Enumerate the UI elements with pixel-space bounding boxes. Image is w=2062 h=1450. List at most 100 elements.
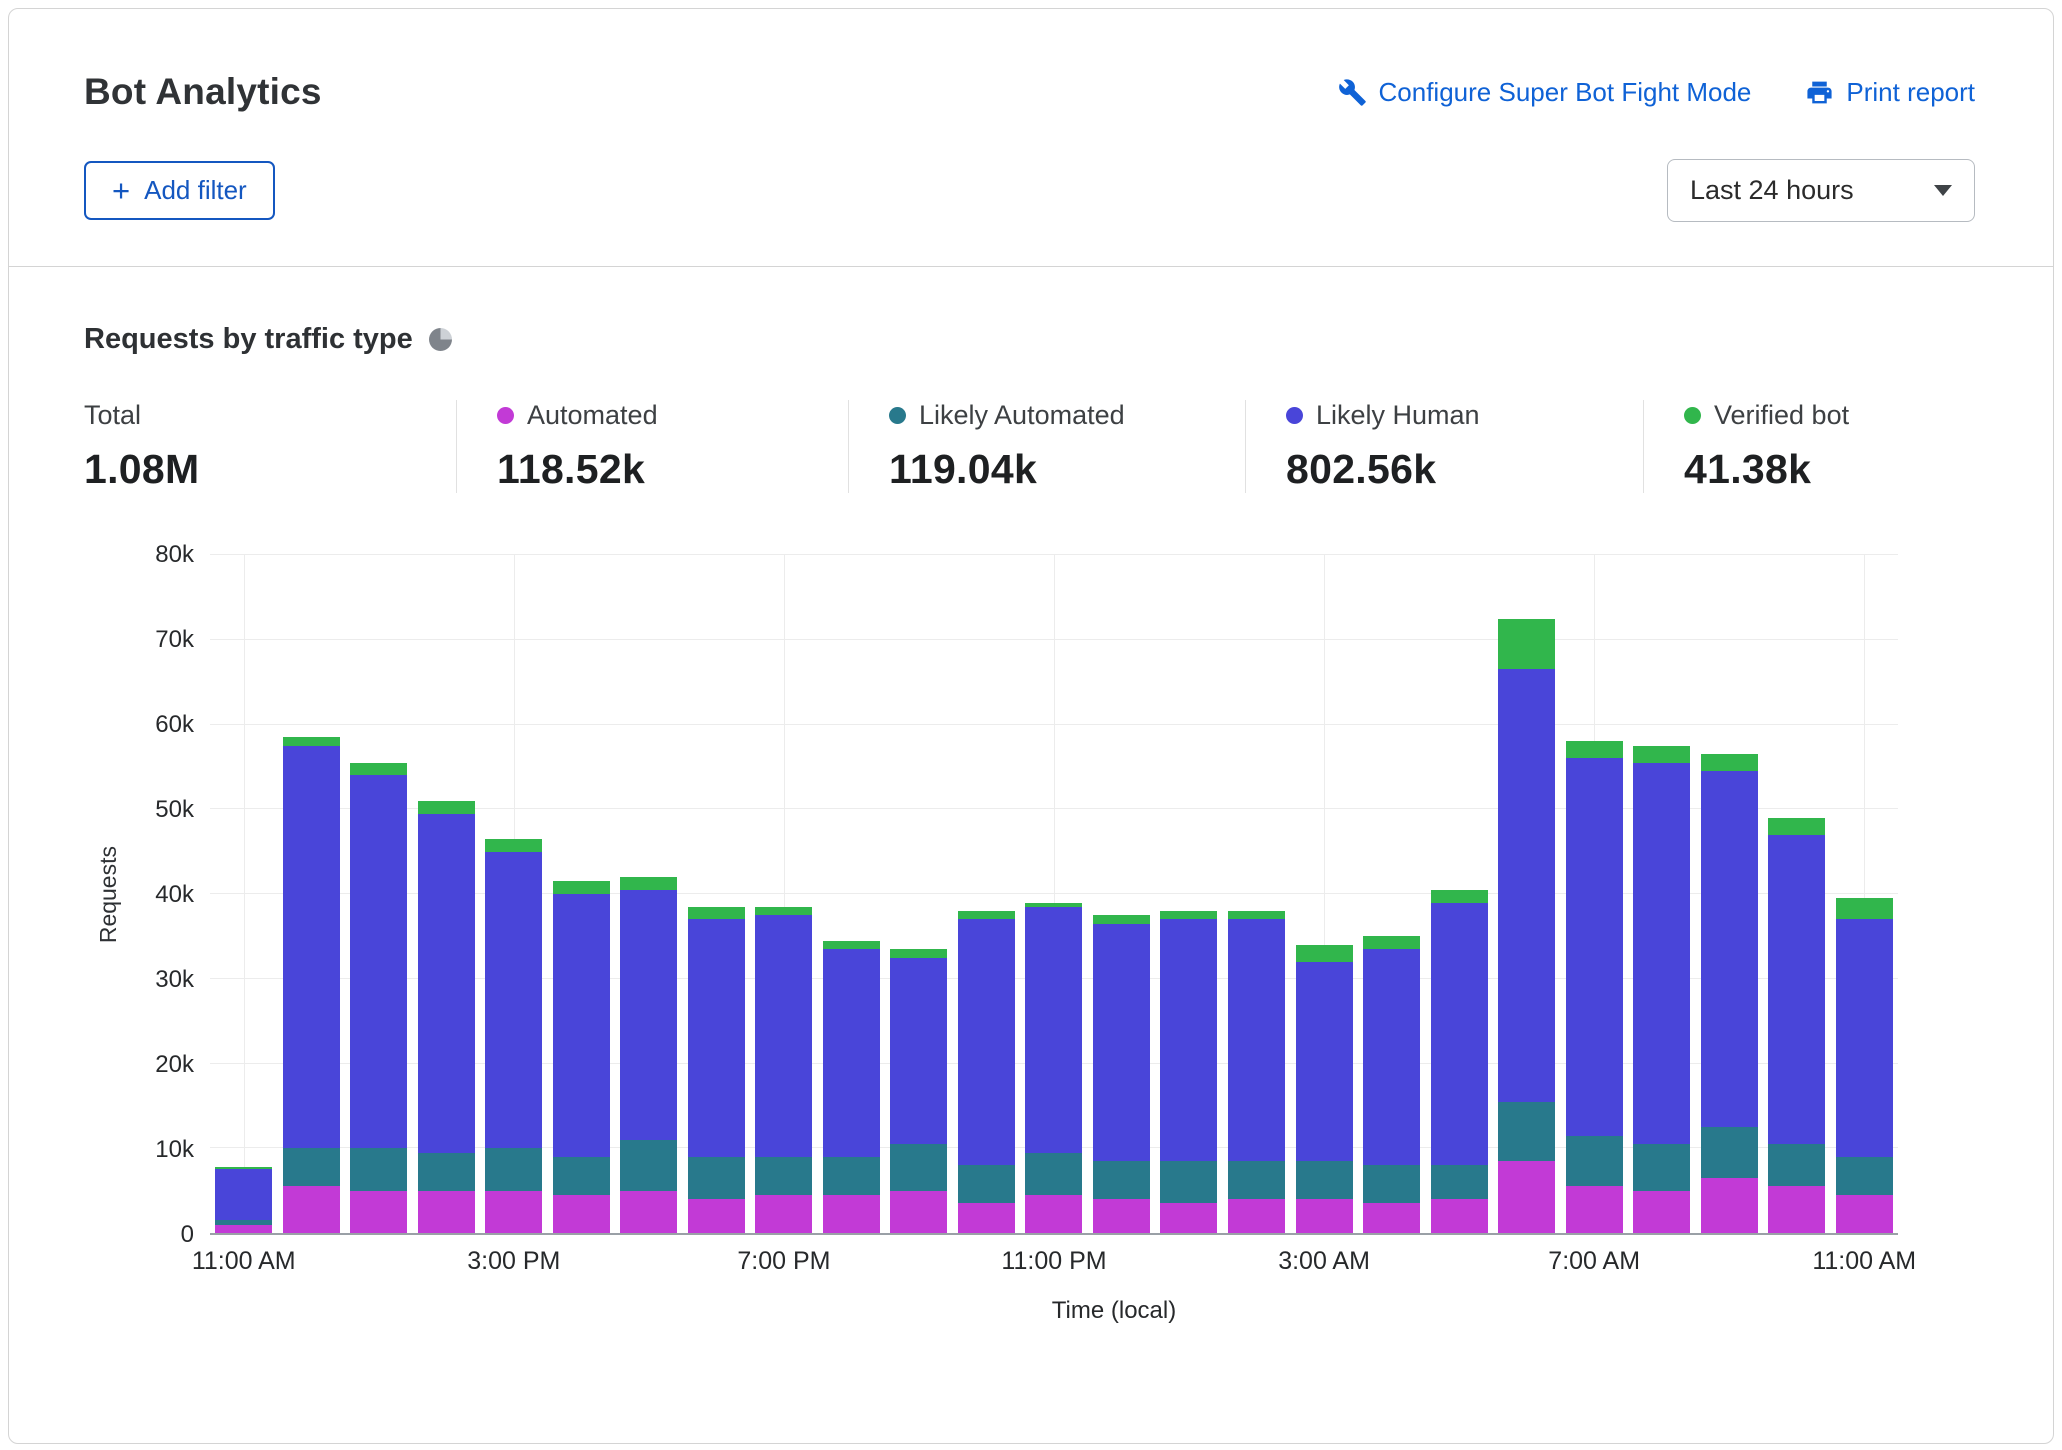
stacked-bar-9[interactable] [823, 555, 880, 1233]
segment-verified-bot [1431, 890, 1488, 903]
x-tick-label: 11:00 AM [1812, 1247, 1916, 1276]
stacked-bar-10[interactable] [890, 555, 947, 1233]
stacked-bar-8[interactable] [755, 555, 812, 1233]
y-tick-label: 0 [181, 1221, 194, 1249]
add-filter-button[interactable]: + Add filter [84, 161, 275, 220]
y-tick-label: 50k [155, 796, 194, 824]
segment-likely-automated [1228, 1161, 1285, 1199]
segment-automated [485, 1191, 542, 1233]
stat-likely-automated-value: 119.04k [889, 446, 1229, 493]
segment-automated [215, 1225, 272, 1233]
segment-automated [1633, 1191, 1690, 1233]
plot-area [210, 555, 1898, 1235]
stat-total-value: 1.08M [84, 446, 440, 493]
stacked-bar-23[interactable] [1768, 555, 1825, 1233]
bar-slot [1020, 555, 1088, 1233]
segment-automated [1228, 1199, 1285, 1233]
segment-likely-human [283, 746, 340, 1149]
bar-slot [1560, 555, 1628, 1233]
segment-automated [1093, 1199, 1150, 1233]
segment-likely-human [1701, 771, 1758, 1127]
segment-likely-human [755, 915, 812, 1157]
wrench-icon [1338, 78, 1367, 107]
segment-automated [1431, 1199, 1488, 1233]
stacked-bar-6[interactable] [620, 555, 677, 1233]
segment-likely-automated [418, 1153, 475, 1191]
segment-automated [755, 1195, 812, 1233]
plus-icon: + [112, 175, 130, 206]
segment-likely-human [553, 894, 610, 1157]
bar-slot [683, 555, 751, 1233]
x-tick-label: 7:00 PM [737, 1247, 830, 1276]
segment-likely-automated [485, 1148, 542, 1190]
stacked-bar-2[interactable] [350, 555, 407, 1233]
stat-likely-automated: Likely Automated 119.04k [848, 400, 1245, 493]
x-axis: 11:00 AM3:00 PM7:00 PM11:00 PM3:00 AM7:0… [210, 1247, 1898, 1289]
requests-chart: Requests 010k20k30k40k50k60k70k80k 11:00… [84, 555, 1978, 1325]
segment-likely-automated [350, 1148, 407, 1190]
segment-automated [1768, 1186, 1825, 1233]
bar-slot [885, 555, 953, 1233]
stacked-bar-19[interactable] [1498, 555, 1555, 1233]
stacked-bar-16[interactable] [1296, 555, 1353, 1233]
x-tick-label: 11:00 AM [192, 1247, 296, 1276]
time-range-dropdown[interactable]: Last 24 hours [1667, 159, 1975, 222]
x-tick-label: 3:00 PM [467, 1247, 560, 1276]
stacked-bar-24[interactable] [1836, 555, 1893, 1233]
segment-likely-human [1228, 919, 1285, 1161]
printer-icon [1805, 78, 1834, 107]
segment-automated [1836, 1195, 1893, 1233]
segment-automated [688, 1199, 745, 1233]
stacked-bar-12[interactable] [1025, 555, 1082, 1233]
stacked-bar-14[interactable] [1160, 555, 1217, 1233]
stat-likely-automated-label: Likely Automated [919, 400, 1125, 431]
stacked-bar-11[interactable] [958, 555, 1015, 1233]
segment-automated [620, 1191, 677, 1233]
stat-total: Total 1.08M [84, 400, 456, 493]
stacked-bar-0[interactable] [215, 555, 272, 1233]
segment-verified-bot [1093, 915, 1150, 923]
stacked-bar-17[interactable] [1363, 555, 1420, 1233]
bar-slot [615, 555, 683, 1233]
segment-likely-human [215, 1169, 272, 1220]
stat-automated: Automated 118.52k [456, 400, 848, 493]
segment-automated [1566, 1186, 1623, 1233]
segment-likely-human [620, 890, 677, 1140]
segment-likely-human [350, 775, 407, 1148]
stacked-bar-1[interactable] [283, 555, 340, 1233]
segment-automated [958, 1203, 1015, 1233]
bar-slot [1695, 555, 1763, 1233]
likely-human-dot-icon [1286, 407, 1303, 424]
stacked-bar-7[interactable] [688, 555, 745, 1233]
segment-automated [1363, 1203, 1420, 1233]
stacked-bar-18[interactable] [1431, 555, 1488, 1233]
bars-container [210, 555, 1898, 1233]
segment-verified-bot [1228, 911, 1285, 919]
segment-likely-human [1160, 919, 1217, 1161]
segment-likely-human [1296, 962, 1353, 1161]
bar-slot [1830, 555, 1898, 1233]
stacked-bar-15[interactable] [1228, 555, 1285, 1233]
print-report-link[interactable]: Print report [1805, 77, 1975, 108]
section-title: Requests by traffic type [84, 323, 413, 356]
stacked-bar-22[interactable] [1701, 555, 1758, 1233]
segment-automated [1160, 1203, 1217, 1233]
bar-slot [1358, 555, 1426, 1233]
stacked-bar-5[interactable] [553, 555, 610, 1233]
stacked-bar-21[interactable] [1633, 555, 1690, 1233]
segment-likely-automated [1296, 1161, 1353, 1199]
segment-likely-human [485, 852, 542, 1149]
stacked-bar-3[interactable] [418, 555, 475, 1233]
y-tick-label: 80k [155, 541, 194, 569]
bar-slot [1425, 555, 1493, 1233]
segment-verified-bot [688, 907, 745, 920]
y-tick-label: 60k [155, 711, 194, 739]
stacked-bar-20[interactable] [1566, 555, 1623, 1233]
automated-dot-icon [497, 407, 514, 424]
stacked-bar-4[interactable] [485, 555, 542, 1233]
stacked-bar-13[interactable] [1093, 555, 1150, 1233]
segment-likely-automated [823, 1157, 880, 1195]
configure-super-bot-fight-mode-link[interactable]: Configure Super Bot Fight Mode [1338, 77, 1752, 108]
segment-likely-automated [1093, 1161, 1150, 1199]
segment-likely-automated [1633, 1144, 1690, 1191]
